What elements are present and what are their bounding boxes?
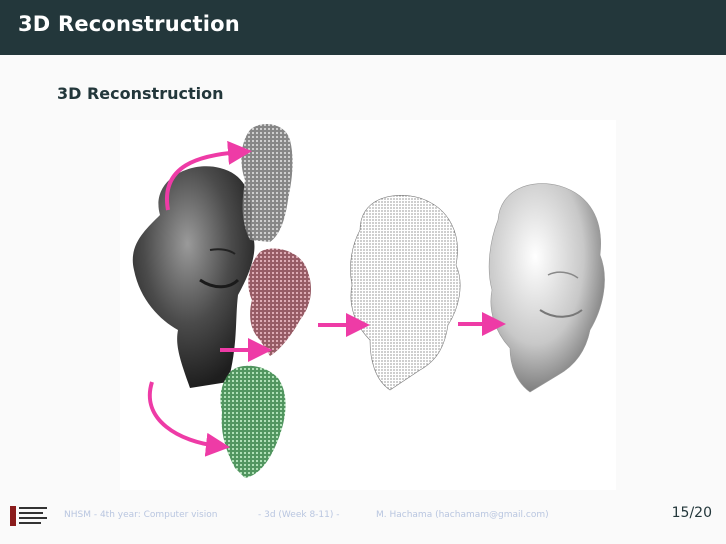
bronze-head-photo bbox=[132, 166, 255, 388]
footer-session: - 3d (Week 8-11) - bbox=[258, 510, 340, 520]
depth-scan-top bbox=[241, 124, 293, 242]
institution-logo-icon bbox=[10, 506, 47, 526]
point-cloud bbox=[350, 195, 461, 391]
depth-scan-middle bbox=[248, 248, 312, 356]
slide-header: 3D Reconstruction bbox=[0, 0, 726, 55]
reconstruction-figure bbox=[120, 120, 616, 490]
reconstruction-diagram bbox=[132, 124, 605, 478]
footer-course: NHSM - 4th year: Computer vision bbox=[64, 510, 218, 520]
reconstructed-mesh bbox=[488, 183, 605, 393]
page-number: 15/20 bbox=[671, 505, 712, 521]
section-title: 3D Reconstruction bbox=[57, 84, 224, 103]
depth-scan-bottom bbox=[220, 365, 286, 478]
slide-title: 3D Reconstruction bbox=[18, 12, 240, 36]
arrow-to-bottom-scan bbox=[148, 381, 230, 457]
slide-footer: NHSM - 4th year: Computer vision - 3d (W… bbox=[0, 500, 726, 536]
footer-author: M. Hachama (hachamam@gmail.com) bbox=[376, 510, 549, 520]
